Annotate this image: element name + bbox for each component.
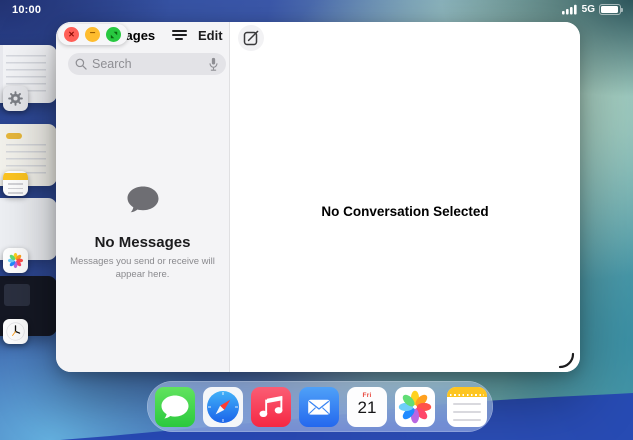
- messages-bubble-icon: [155, 387, 195, 427]
- close-button[interactable]: ✕: [64, 27, 79, 42]
- dock-icon-calendar[interactable]: Fri 21: [347, 387, 387, 427]
- dock: Fri 21: [147, 381, 493, 432]
- fullscreen-arrows-icon: [110, 31, 118, 39]
- compose-button[interactable]: [238, 25, 264, 51]
- chat-bubble-icon: [122, 184, 164, 220]
- search-field[interactable]: Search: [68, 53, 226, 75]
- sidebar-empty-state: No Messages Messages you send or receive…: [56, 184, 229, 282]
- dock-icon-photos[interactable]: [395, 387, 435, 427]
- safari-compass-icon: [203, 387, 243, 427]
- dock-icon-messages[interactable]: [155, 387, 195, 427]
- dock-icon-mail[interactable]: [299, 387, 339, 427]
- dock-icon-safari[interactable]: [203, 387, 243, 427]
- messages-sidebar: Messages ✕ − Edit Search: [56, 22, 230, 372]
- conversation-pane: No Conversation Selected: [230, 22, 580, 372]
- zoom-button[interactable]: [106, 27, 121, 42]
- no-conversation-label: No Conversation Selected: [321, 204, 488, 219]
- empty-state-subtitle: Messages you send or receive will appear…: [64, 255, 222, 282]
- status-bar: 10:00 5G: [0, 0, 633, 20]
- mail-envelope-icon: [299, 387, 339, 427]
- dock-icon-notes[interactable]: [447, 387, 487, 427]
- photos-flower-icon: [3, 248, 28, 273]
- calendar-day: 21: [347, 399, 387, 418]
- battery-icon: [599, 4, 621, 15]
- compose-icon: [238, 25, 264, 51]
- window-resize-handle[interactable]: [558, 352, 576, 370]
- traffic-light-controls: ✕ −: [58, 24, 128, 45]
- empty-state-title: No Messages: [56, 234, 229, 251]
- dictation-mic-icon[interactable]: [208, 57, 219, 72]
- minimize-button[interactable]: −: [85, 27, 100, 42]
- search-icon: [75, 58, 87, 70]
- cellular-signal-icon: [562, 4, 578, 15]
- search-placeholder: Search: [92, 57, 203, 71]
- music-note-icon: [251, 387, 291, 427]
- ipad-screen: 10:00 5G: [0, 0, 633, 440]
- clock-time: 10:00: [12, 4, 41, 16]
- photos-flower-icon: [395, 387, 435, 427]
- network-type-label: 5G: [582, 4, 595, 15]
- notes-app-icon: [3, 171, 28, 196]
- messages-window: Messages ✕ − Edit Search: [56, 22, 580, 372]
- notes-yellow-band: [447, 387, 487, 397]
- clock-app-icon: [3, 319, 28, 344]
- filters-button[interactable]: [169, 30, 189, 46]
- edit-button[interactable]: Edit: [198, 28, 223, 43]
- dock-icon-music[interactable]: [251, 387, 291, 427]
- settings-gear-icon: [3, 86, 28, 111]
